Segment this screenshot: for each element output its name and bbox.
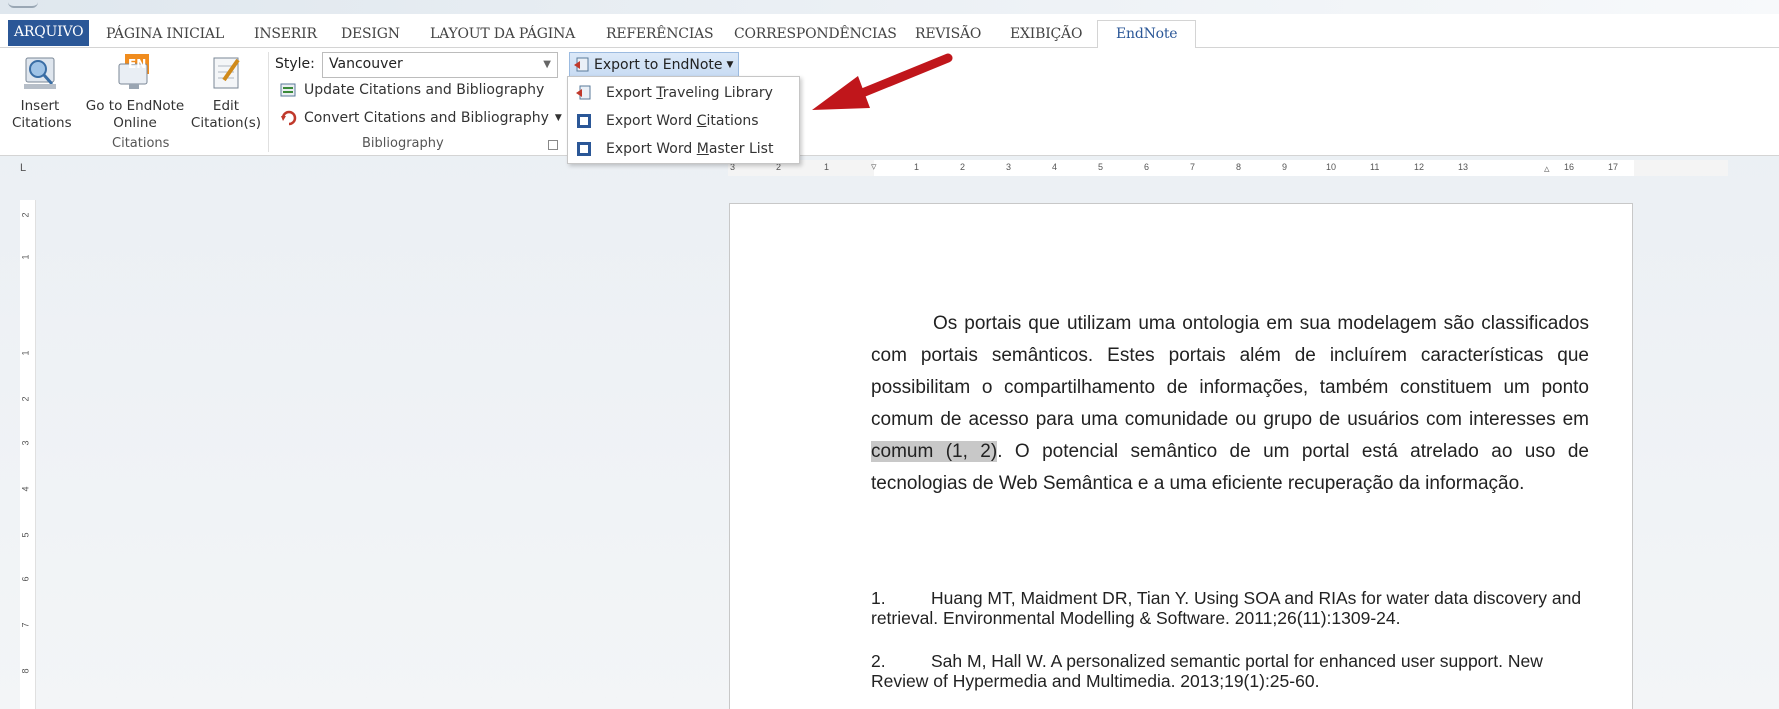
bibliography-group-label: Bibliography bbox=[362, 136, 444, 151]
body-paragraph[interactable]: Os portais que utilizam uma ontologia em… bbox=[871, 308, 1589, 500]
tab-arquivo[interactable]: ARQUIVO bbox=[8, 20, 90, 46]
style-dropdown[interactable]: Vancouver ▼ bbox=[322, 52, 558, 78]
goto-endnote-label-2: Online bbox=[113, 115, 157, 131]
edit-citations-icon bbox=[213, 57, 240, 89]
ruler-number: 6 bbox=[1144, 162, 1150, 172]
ruler-number: 7 bbox=[20, 622, 31, 628]
style-value: Vancouver bbox=[329, 56, 403, 72]
convert-citations-icon bbox=[281, 110, 297, 126]
convert-citations-button[interactable]: Convert Citations and Bibliography ▼ bbox=[280, 110, 562, 126]
chevron-down-icon: ▼ bbox=[543, 59, 551, 70]
traveling-library-icon bbox=[576, 85, 591, 100]
quick-access-icon[interactable] bbox=[8, 0, 38, 8]
export-endnote-icon bbox=[574, 57, 589, 72]
ruler-number: 2 bbox=[960, 162, 966, 172]
highlighted-citation[interactable]: comum (1, 2) bbox=[871, 441, 998, 462]
ruler-number: 1 bbox=[20, 254, 31, 260]
group-separator bbox=[268, 52, 269, 152]
vertical-ruler[interactable]: 2 1 1 2 3 4 5 6 7 8 bbox=[20, 200, 36, 709]
export-dropdown-menu: Export Traveling Library Export Word Cit… bbox=[567, 76, 800, 164]
word-doc-icon bbox=[577, 142, 591, 156]
tab-referencias[interactable]: REFERÊNCIAS bbox=[606, 22, 714, 48]
menu-label: Export Word Master List bbox=[606, 141, 774, 157]
ruler-number: 5 bbox=[20, 532, 31, 538]
tab-exibicao[interactable]: EXIBIÇÃO bbox=[1010, 22, 1082, 48]
ruler-number: 12 bbox=[1414, 162, 1425, 172]
ruler-number: 3 bbox=[20, 440, 31, 446]
convert-dropdown-caret-icon: ▼ bbox=[554, 113, 562, 123]
style-label: Style: bbox=[275, 56, 315, 72]
ruler-number: 6 bbox=[20, 576, 31, 582]
menu-export-word-master-list[interactable]: Export Word Master List bbox=[568, 135, 799, 163]
export-caret-icon: ▼ bbox=[726, 60, 734, 70]
export-to-endnote-button[interactable]: Export to EndNote ▼ bbox=[569, 52, 739, 78]
citations-group-label: Citations bbox=[112, 136, 170, 151]
tab-inserir[interactable]: INSERIR bbox=[254, 22, 317, 48]
title-bar-strip bbox=[0, 0, 1779, 14]
menu-export-traveling-library[interactable]: Export Traveling Library bbox=[568, 79, 799, 107]
edit-citations-label-2: Citation(s) bbox=[190, 115, 262, 131]
insert-citations-label-1: Insert bbox=[20, 98, 60, 114]
tab-design[interactable]: DESIGN bbox=[341, 22, 400, 48]
convert-citations-label: Convert Citations and Bibliography bbox=[304, 110, 549, 126]
ruler-number: 10 bbox=[1326, 162, 1337, 172]
ruler-number: 2 bbox=[20, 212, 31, 218]
update-bibliography-icon bbox=[280, 83, 296, 97]
reference-number: 1. bbox=[871, 588, 886, 608]
horizontal-ruler[interactable]: 3 2 1 ▿ 1 2 3 4 5 6 7 8 9 10 11 12 13 ▵ … bbox=[728, 160, 1728, 176]
edit-citations-label-1: Edit bbox=[212, 98, 240, 114]
goto-endnote-label-1: Go to EndNote bbox=[85, 98, 185, 114]
first-line-indent-marker-icon[interactable]: ▿ bbox=[871, 160, 877, 173]
word-doc-icon bbox=[577, 114, 591, 128]
ruler-text-area bbox=[874, 160, 1634, 176]
ruler-number: 17 bbox=[1608, 162, 1619, 172]
ruler-number: 16 bbox=[1564, 162, 1575, 172]
ruler-number: 7 bbox=[1190, 162, 1196, 172]
tab-correspondencias[interactable]: CORRESPONDÊNCIAS bbox=[734, 22, 897, 48]
insert-citations-button[interactable]: Insert Citations bbox=[12, 54, 72, 132]
menu-label: Export Traveling Library bbox=[606, 85, 773, 101]
document-page[interactable]: Os portais que utilizam uma ontologia em… bbox=[729, 203, 1633, 709]
tab-pagina-inicial[interactable]: PÁGINA INICIAL bbox=[106, 22, 224, 48]
export-to-endnote-label: Export to EndNote bbox=[594, 57, 723, 73]
ruler-number: 8 bbox=[1236, 162, 1242, 172]
ruler-number: 1 bbox=[824, 162, 830, 172]
tab-revisao[interactable]: REVISÃO bbox=[915, 22, 981, 48]
goto-endnote-badge: EN bbox=[128, 57, 147, 71]
reference-entry[interactable]: 2. Sah M, Hall W. A personalized semantic… bbox=[871, 651, 1589, 691]
reference-text: Huang MT, Maidment DR, Tian Y. Using SOA… bbox=[871, 588, 1582, 628]
ruler-number: 1 bbox=[20, 350, 31, 356]
ruler-number: 13 bbox=[1458, 162, 1469, 172]
update-citations-button[interactable]: Update Citations and Bibliography bbox=[280, 82, 544, 98]
ruler-number: 3 bbox=[1006, 162, 1012, 172]
ruler-number: 8 bbox=[20, 668, 31, 674]
red-arrow-annotation bbox=[812, 53, 953, 110]
reference-entry[interactable]: 1. Huang MT, Maidment DR, Tian Y. Using S… bbox=[871, 588, 1589, 628]
ruler-number: 4 bbox=[20, 486, 31, 492]
ruler-number: 9 bbox=[1282, 162, 1288, 172]
edit-citations-button[interactable]: Edit Citation(s) bbox=[186, 54, 266, 132]
ruler-number: 1 bbox=[914, 162, 920, 172]
tab-selector[interactable]: L bbox=[20, 162, 34, 176]
tab-layout-da-pagina[interactable]: LAYOUT DA PÁGINA bbox=[430, 22, 575, 48]
reference-number: 2. bbox=[871, 651, 886, 671]
goto-endnote-online-button[interactable]: EN Go to EndNote Online bbox=[80, 54, 190, 132]
insert-citations-icon bbox=[24, 57, 56, 89]
reference-text: Sah M, Hall W. A personalized semantic p… bbox=[871, 651, 1543, 691]
menu-label: Export Word Citations bbox=[606, 113, 759, 129]
ribbon-tabs: ARQUIVO PÁGINA INICIAL INSERIR DESIGN LA… bbox=[0, 14, 1779, 49]
right-indent-marker-icon[interactable]: ▵ bbox=[1544, 162, 1550, 175]
tab-endnote[interactable]: EndNote bbox=[1097, 20, 1197, 49]
paragraph-text: Os portais que utilizam uma ontologia em… bbox=[871, 313, 1589, 430]
update-citations-label: Update Citations and Bibliography bbox=[304, 82, 545, 98]
ruler-number: 4 bbox=[1052, 162, 1058, 172]
menu-export-word-citations[interactable]: Export Word Citations bbox=[568, 107, 799, 135]
ruler-number: 11 bbox=[1370, 162, 1380, 172]
insert-citations-label-2: Citations bbox=[12, 115, 72, 131]
ruler-number: 5 bbox=[1098, 162, 1104, 172]
ruler-number: 2 bbox=[20, 396, 31, 402]
bibliography-launcher-icon[interactable] bbox=[548, 140, 558, 150]
